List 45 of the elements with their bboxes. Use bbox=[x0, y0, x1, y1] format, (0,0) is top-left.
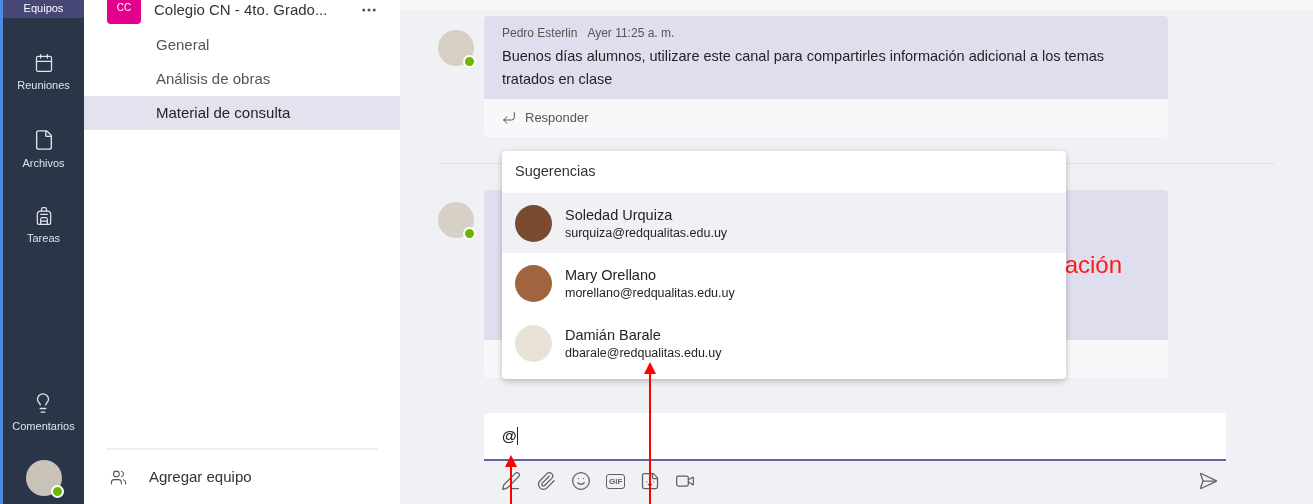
avatar bbox=[515, 324, 552, 362]
suggestion-item[interactable]: Mary Orellano morellano@redqualitas.edu.uy bbox=[502, 253, 1066, 313]
person-name: Soledad Urquiza bbox=[565, 205, 674, 225]
format-icon[interactable] bbox=[501, 471, 521, 491]
status-check-icon bbox=[463, 55, 476, 68]
sticker-icon[interactable] bbox=[640, 471, 661, 491]
rail-item[interactable]: Archivos bbox=[3, 120, 84, 171]
calendar-icon bbox=[33, 53, 54, 73]
reply-icon bbox=[501, 110, 517, 126]
emoji-icon[interactable] bbox=[571, 471, 591, 491]
reply-button[interactable]: Responder bbox=[501, 108, 589, 128]
popup-title: Sugerencias bbox=[514, 162, 597, 182]
message-text: Buenos días alumnos, utilizare este canal para compartirles información adicional a los temas tratados en clase bbox=[502, 47, 1106, 89]
status-check-icon bbox=[463, 227, 476, 240]
avatar bbox=[515, 264, 552, 302]
team-logo: CC bbox=[107, 0, 141, 24]
person-email: surquiza@redqualitas.edu.uy bbox=[565, 224, 728, 241]
person-email: morellano@redqualitas.edu.uy bbox=[565, 284, 735, 301]
channel-item[interactable]: Material de consulta bbox=[84, 96, 400, 130]
rail-item[interactable]: Equipos bbox=[3, 0, 84, 18]
person-name: Damián Barale bbox=[565, 325, 662, 345]
add-team-button[interactable]: Agregar equipo bbox=[84, 450, 400, 504]
message-input[interactable]: @ bbox=[484, 413, 1226, 461]
message-author: Pedro Esterlin bbox=[502, 25, 578, 42]
message-time: Ayer 11:25 a. m. bbox=[587, 25, 675, 42]
send-icon[interactable] bbox=[1198, 471, 1218, 491]
avatar bbox=[438, 30, 474, 66]
avatar bbox=[25, 460, 62, 496]
person-email: dbarale@redqualitas.edu.uy bbox=[565, 344, 722, 361]
suggestion-item[interactable]: Soledad Urquiza surquiza@redqualitas.edu.uy bbox=[502, 193, 1066, 253]
attach-icon[interactable] bbox=[536, 471, 556, 491]
feedback-button[interactable]: Comentarios bbox=[12, 391, 75, 434]
message-text: ación bbox=[1064, 250, 1122, 280]
avatar bbox=[515, 204, 552, 242]
gif-button[interactable]: GIF bbox=[606, 473, 626, 489]
rail-item[interactable]: Reuniones bbox=[3, 45, 84, 94]
person-name: Mary Orellano bbox=[565, 265, 658, 285]
add-people-icon bbox=[110, 468, 127, 486]
channel-item[interactable]: Análisis de obras bbox=[84, 62, 400, 96]
rail-item[interactable]: Tareas bbox=[3, 198, 84, 247]
channel-item[interactable]: General bbox=[84, 28, 400, 62]
avatar bbox=[438, 202, 474, 238]
team-name[interactable]: Colegio CN - 4to. Grado... bbox=[154, 0, 360, 22]
suggestion-item[interactable]: Damián Barale dbarale@redqualitas.edu.uy bbox=[502, 313, 1066, 373]
annotation-arrow bbox=[504, 455, 518, 504]
